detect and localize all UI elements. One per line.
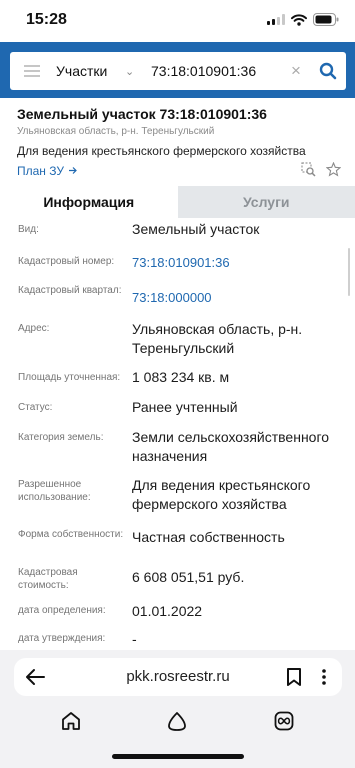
- row-label: дата утверждения:: [18, 633, 106, 644]
- object-purpose: Для ведения крестьянского фермерского хо…: [17, 144, 306, 158]
- row-value: 01.01.2022: [132, 603, 203, 619]
- home-icon[interactable]: [60, 710, 82, 732]
- browser-nav: [0, 710, 355, 734]
- row-label: Разрешенное использование:: [18, 479, 91, 503]
- search-button[interactable]: [313, 62, 343, 80]
- row-label: Кадастровый номер:: [18, 256, 115, 267]
- app-header: Участки ⌄ ×: [0, 42, 355, 98]
- info-panel: Вид: Земельный участок Кадастровый номер…: [0, 218, 355, 650]
- clear-icon[interactable]: ×: [291, 61, 309, 81]
- cadastral-block-link[interactable]: 73:18:000000: [132, 288, 342, 307]
- more-icon[interactable]: [314, 667, 334, 687]
- alice-icon[interactable]: [166, 710, 188, 732]
- plan-link-label: План ЗУ: [17, 164, 64, 178]
- row-value: Для ведения крестьянского фермерского хо…: [132, 477, 311, 512]
- tab-services[interactable]: Услуги: [177, 186, 355, 218]
- search-icon: [319, 62, 337, 80]
- row-value: Ульяновская область, р-н. Тереньгульский: [132, 321, 303, 356]
- status-bar: 15:28: [0, 0, 355, 42]
- object-tools: [301, 162, 341, 177]
- zoom-to-icon[interactable]: [301, 162, 316, 177]
- cadastral-number-link[interactable]: 73:18:010901:36: [132, 253, 342, 272]
- tabs-icon[interactable]: [273, 710, 295, 732]
- chevron-down-icon[interactable]: ⌄: [125, 65, 139, 78]
- row-label: Категория земель:: [18, 432, 104, 443]
- tabs: Информация Услуги: [0, 186, 355, 218]
- row-value: Земли сельскохозяйственного назначения: [132, 429, 330, 464]
- row-value: -: [132, 631, 137, 647]
- row-value: 1 083 234 кв. м: [132, 369, 230, 385]
- row-label: Адрес:: [18, 323, 50, 334]
- status-time: 15:28: [26, 11, 67, 28]
- object-region: Ульяновская область, р-н. Тереньгульский: [17, 126, 215, 137]
- bookmark-icon[interactable]: [286, 667, 302, 687]
- tab-info[interactable]: Информация: [0, 186, 178, 218]
- row-value: Ранее учтенный: [132, 399, 238, 415]
- search-input[interactable]: [151, 63, 287, 79]
- row-value: Частная собственность: [132, 529, 285, 545]
- address-bar[interactable]: pkk.rosreestr.ru: [14, 658, 342, 696]
- row-label: Площадь уточненная:: [18, 372, 121, 383]
- arrow-right-icon: [69, 167, 78, 174]
- status-icons: [267, 13, 339, 26]
- row-label: Форма собственности:: [18, 529, 124, 540]
- search-bar: Участки ⌄ ×: [10, 52, 346, 90]
- row-value: 6 608 051,51 руб.: [132, 569, 245, 585]
- scrollbar[interactable]: [348, 248, 350, 296]
- object-title: Земельный участок 73:18:010901:36: [17, 106, 267, 122]
- row-value: Земельный участок: [132, 221, 260, 237]
- row-label: Статус:: [18, 402, 53, 413]
- plan-link[interactable]: План ЗУ: [17, 164, 78, 178]
- search-type-select[interactable]: Участки: [56, 63, 120, 79]
- row-label: Кадастровая стоимость:: [18, 567, 78, 591]
- star-icon[interactable]: [326, 162, 341, 177]
- row-label: Вид:: [18, 224, 39, 235]
- signal-icon: [267, 14, 285, 25]
- row-label: Кадастровый квартал:: [18, 285, 122, 296]
- row-label: дата определения:: [18, 605, 106, 616]
- wifi-icon: [291, 13, 307, 26]
- home-indicator: [112, 754, 244, 759]
- menu-icon[interactable]: [24, 65, 40, 77]
- battery-icon: [313, 13, 339, 26]
- browser-toolbar: pkk.rosreestr.ru: [0, 650, 355, 768]
